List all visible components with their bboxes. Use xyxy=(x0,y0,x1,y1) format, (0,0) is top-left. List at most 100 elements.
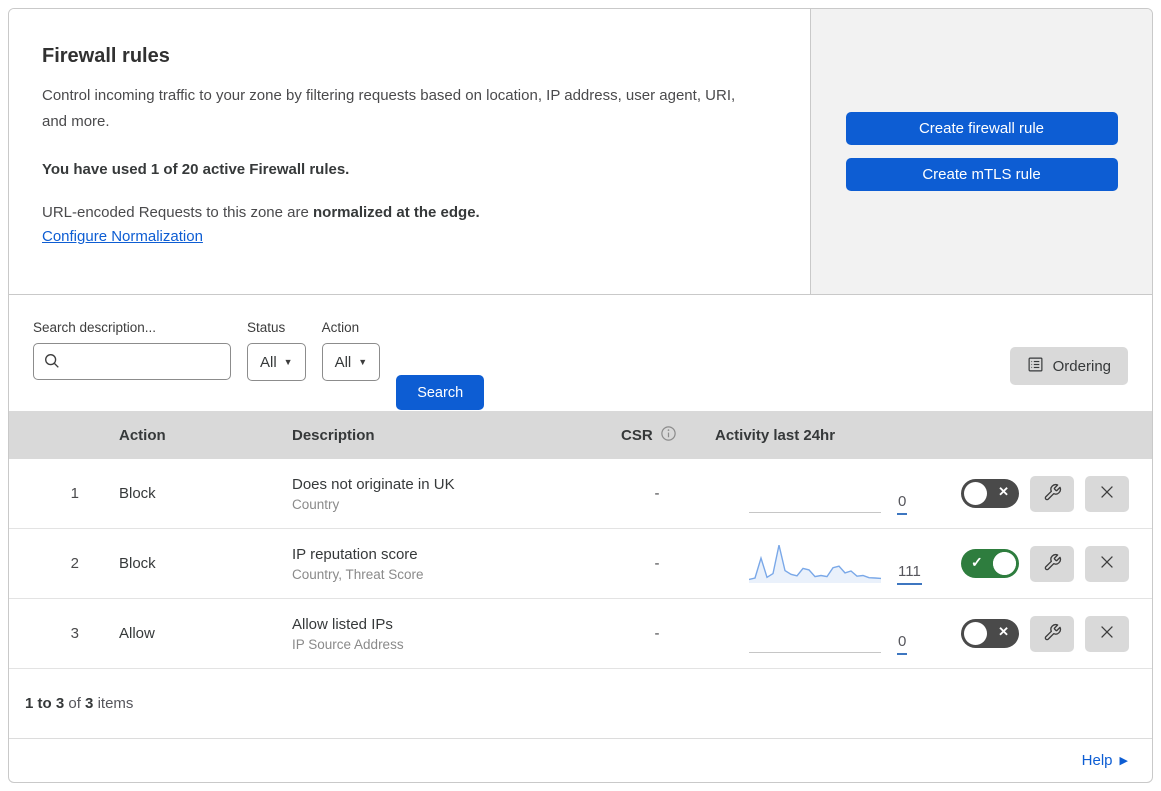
item-range: 1 to 3 xyxy=(25,695,65,712)
activity-count-link[interactable]: 0 xyxy=(897,633,908,655)
normalization-bold: normalized at the edge. xyxy=(313,204,480,221)
sparkline-baseline xyxy=(749,652,881,653)
column-action: Action xyxy=(119,426,166,444)
status-dropdown-value: All xyxy=(260,353,277,371)
normalization-note: URL-encoded Requests to this zone are no… xyxy=(42,204,770,221)
item-total: 3 xyxy=(85,695,94,712)
intro-description: Control incoming traffic to your zone by… xyxy=(42,87,736,130)
delete-rule-button[interactable] xyxy=(1085,615,1129,652)
action-filter-group: Action All ▼ xyxy=(321,320,381,381)
page-title: Firewall rules xyxy=(42,45,170,67)
rule-description: IP reputation score xyxy=(292,545,418,563)
rule-description: Allow listed IPs xyxy=(292,615,393,633)
rule-priority: 2 xyxy=(70,555,79,572)
rule-activity-cell: 111 xyxy=(709,529,936,598)
cta-panel: Create firewall rule Create mTLS rule xyxy=(811,9,1152,294)
create-mtls-rule-button[interactable]: Create mTLS rule xyxy=(845,158,1118,191)
usage-note: You have used 1 of 20 active Firewall ru… xyxy=(42,161,350,178)
rule-enabled-toggle[interactable]: ✓ ✕ xyxy=(961,619,1019,648)
items-text: items xyxy=(97,695,134,712)
activity-count-link[interactable]: 0 xyxy=(897,493,908,515)
intro-panel: Firewall rules Control incoming traffic … xyxy=(9,9,811,294)
delete-rule-button[interactable] xyxy=(1085,475,1129,512)
rule-csr: - xyxy=(654,485,660,502)
column-activity: Activity last 24hr xyxy=(715,426,836,444)
filter-bar: Search description... Status All ▼ Actio… xyxy=(9,295,1152,411)
normalization-prefix: URL-encoded Requests to this zone are xyxy=(42,204,309,221)
toggle-knob xyxy=(993,552,1016,575)
help-label: Help xyxy=(1081,752,1113,769)
configure-normalization-link[interactable]: Configure Normalization xyxy=(42,228,203,245)
ordering-label: Ordering xyxy=(1052,357,1111,375)
table-row: 3 Allow Allow listed IPs IP Source Addre… xyxy=(9,599,1152,669)
activity-count-link[interactable]: 111 xyxy=(897,563,922,585)
chevron-down-icon: ▼ xyxy=(358,357,368,367)
rule-enabled-toggle[interactable]: ✓ ✕ xyxy=(961,549,1019,578)
search-button[interactable]: Search xyxy=(396,375,485,410)
status-filter-group: Status All ▼ xyxy=(247,320,306,381)
rule-controls: ✓ ✕ xyxy=(936,545,1152,582)
column-csr: CSR xyxy=(605,425,709,446)
edit-rule-button[interactable] xyxy=(1030,545,1074,582)
csr-label: CSR xyxy=(621,426,653,444)
search-icon xyxy=(43,352,61,370)
rule-controls: ✓ ✕ xyxy=(936,615,1152,652)
close-icon xyxy=(1098,483,1116,504)
x-icon: ✕ xyxy=(998,484,1009,499)
rule-description: Does not originate in UK xyxy=(292,475,455,493)
rule-description-cell: IP reputation score Country, Threat Scor… xyxy=(278,546,605,582)
ordering-icon xyxy=(1027,356,1044,377)
rule-activity-cell: 0 xyxy=(709,599,936,668)
search-group: Search description... xyxy=(33,320,231,380)
activity-sparkline xyxy=(749,471,881,513)
close-icon xyxy=(1098,623,1116,644)
page: Firewall rules Control incoming traffic … xyxy=(0,0,1161,791)
close-icon xyxy=(1098,553,1116,574)
rule-action: Block xyxy=(119,485,156,502)
rule-description-cell: Allow listed IPs IP Source Address xyxy=(278,616,605,652)
status-label: Status xyxy=(247,320,286,335)
search-input[interactable] xyxy=(33,343,231,380)
info-icon[interactable] xyxy=(660,425,677,446)
search-box xyxy=(33,343,231,380)
help-bar: Help ▶ xyxy=(9,739,1152,782)
help-link[interactable]: Help ▶ xyxy=(1082,752,1128,769)
rule-action: Allow xyxy=(119,625,155,642)
wrench-icon xyxy=(1043,483,1062,505)
action-label: Action xyxy=(321,320,360,335)
firewall-rules-card: Firewall rules Control incoming traffic … xyxy=(8,8,1153,783)
rule-fields: IP Source Address xyxy=(292,636,404,652)
wrench-icon xyxy=(1043,623,1062,645)
check-icon: ✓ xyxy=(971,554,983,570)
rule-priority: 3 xyxy=(70,625,79,642)
status-dropdown[interactable]: All ▼ xyxy=(247,343,306,381)
toggle-knob xyxy=(964,482,987,505)
chevron-down-icon: ▼ xyxy=(283,357,293,367)
edit-rule-button[interactable] xyxy=(1030,475,1074,512)
pagination-summary: 1 to 3 of 3 items xyxy=(9,669,1152,739)
rule-controls: ✓ ✕ xyxy=(936,475,1152,512)
rule-fields: Country xyxy=(292,496,340,512)
search-label: Search description... xyxy=(33,320,157,335)
rule-fields: Country, Threat Score xyxy=(292,566,424,582)
rule-csr: - xyxy=(654,625,660,642)
rule-priority: 1 xyxy=(70,485,79,502)
activity-sparkline xyxy=(749,611,881,653)
action-dropdown-value: All xyxy=(334,353,352,371)
delete-rule-button[interactable] xyxy=(1085,545,1129,582)
table-header: Action Description CSR Activity last 24h… xyxy=(9,411,1152,459)
action-dropdown[interactable]: All ▼ xyxy=(321,343,381,381)
edit-rule-button[interactable] xyxy=(1030,615,1074,652)
x-icon: ✕ xyxy=(998,624,1009,639)
ordering-button[interactable]: Ordering xyxy=(1009,347,1128,385)
table-row: 1 Block Does not originate in UK Country… xyxy=(9,459,1152,529)
of-text: of xyxy=(68,695,81,712)
rule-description-cell: Does not originate in UK Country xyxy=(278,476,605,512)
create-firewall-rule-button[interactable]: Create firewall rule xyxy=(845,112,1118,145)
activity-sparkline xyxy=(749,541,881,583)
arrow-right-icon: ▶ xyxy=(1119,755,1128,767)
rule-enabled-toggle[interactable]: ✓ ✕ xyxy=(961,479,1019,508)
rule-csr: - xyxy=(654,555,660,572)
toggle-knob xyxy=(964,622,987,645)
rule-action: Block xyxy=(119,555,156,572)
